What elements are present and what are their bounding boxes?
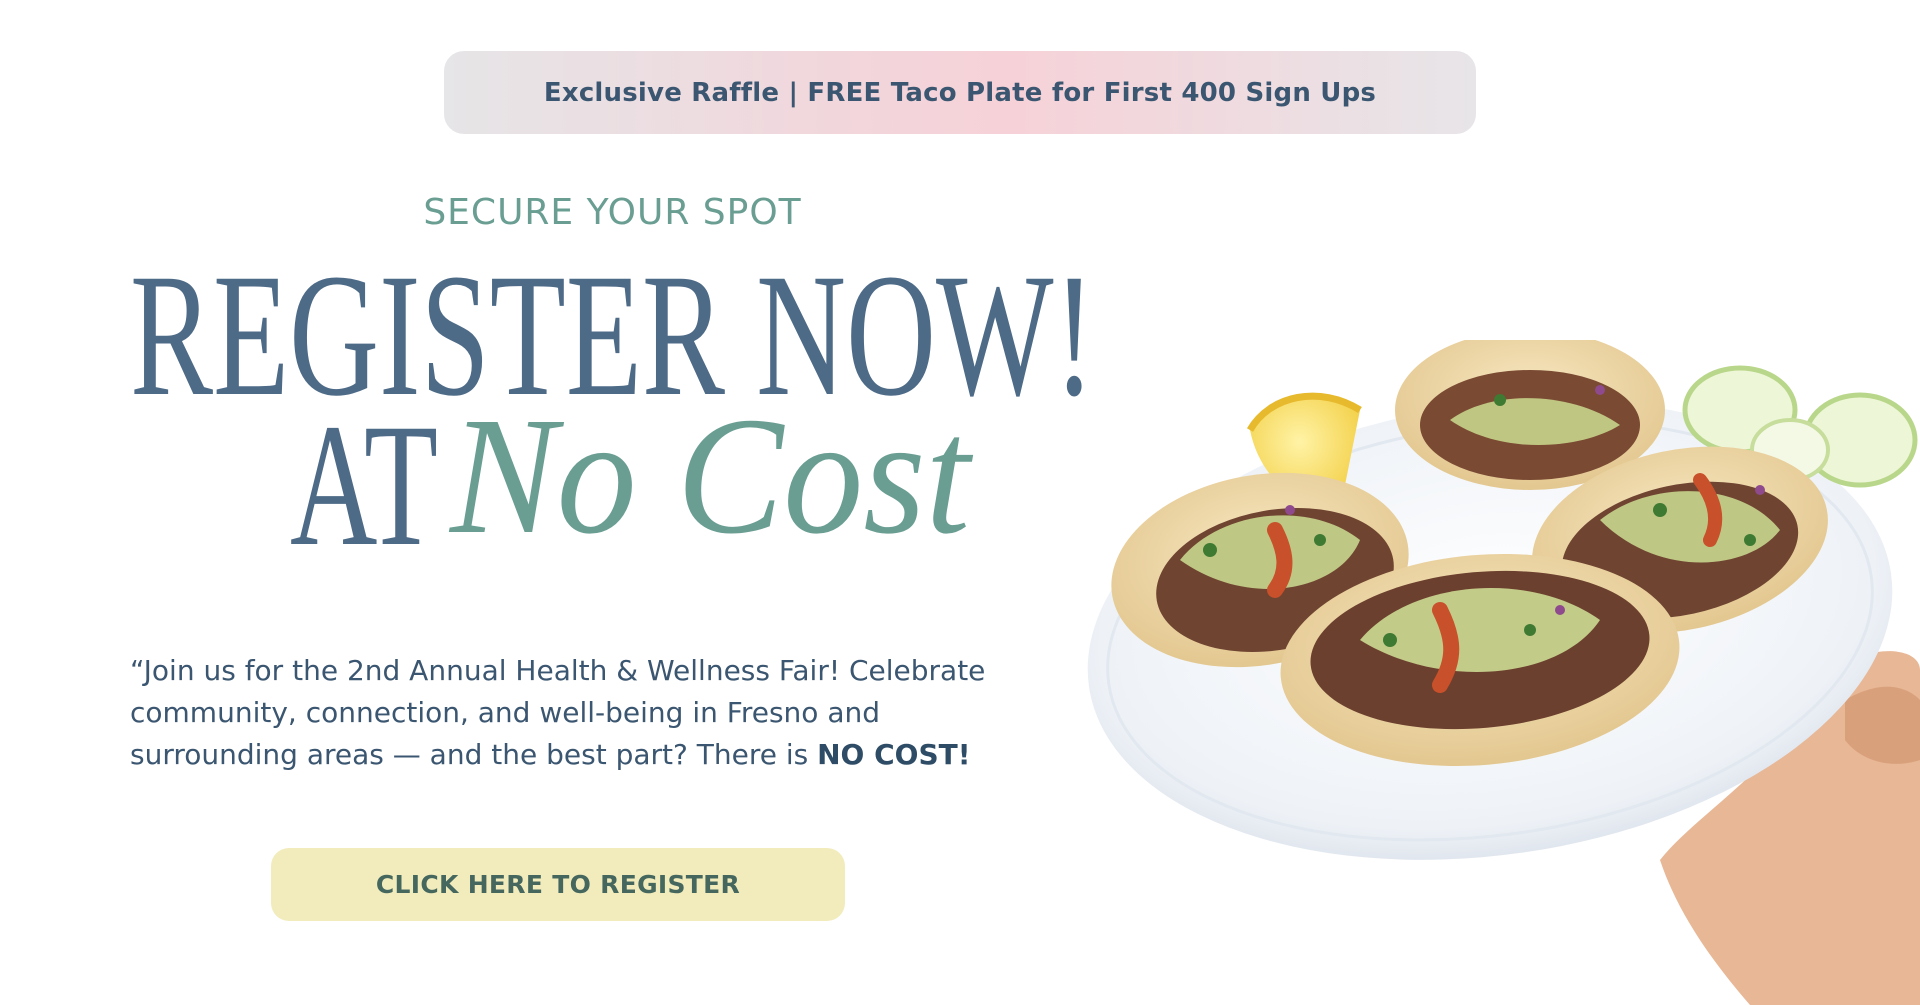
register-button-label: CLICK HERE TO REGISTER <box>375 870 741 899</box>
headline-at: AT <box>290 388 438 583</box>
raffle-banner: Exclusive Raffle | FREE Taco Plate for F… <box>444 51 1476 134</box>
no-cost-emphasis: NO COST! <box>817 738 971 771</box>
headline-at-no-cost: AT No Cost <box>290 383 974 583</box>
taco-plate-image <box>1087 340 1920 1005</box>
eyebrow-text: SECURE YOUR SPOT <box>423 192 802 233</box>
event-description: “Join us for the 2nd Annual Health & Wel… <box>130 650 1050 776</box>
registration-hero: Exclusive Raffle | FREE Taco Plate for F… <box>0 0 1920 1005</box>
headline-no-cost-script: No Cost <box>448 383 974 569</box>
register-button[interactable]: CLICK HERE TO REGISTER <box>271 848 845 921</box>
raffle-banner-text: Exclusive Raffle | FREE Taco Plate for F… <box>543 77 1377 108</box>
